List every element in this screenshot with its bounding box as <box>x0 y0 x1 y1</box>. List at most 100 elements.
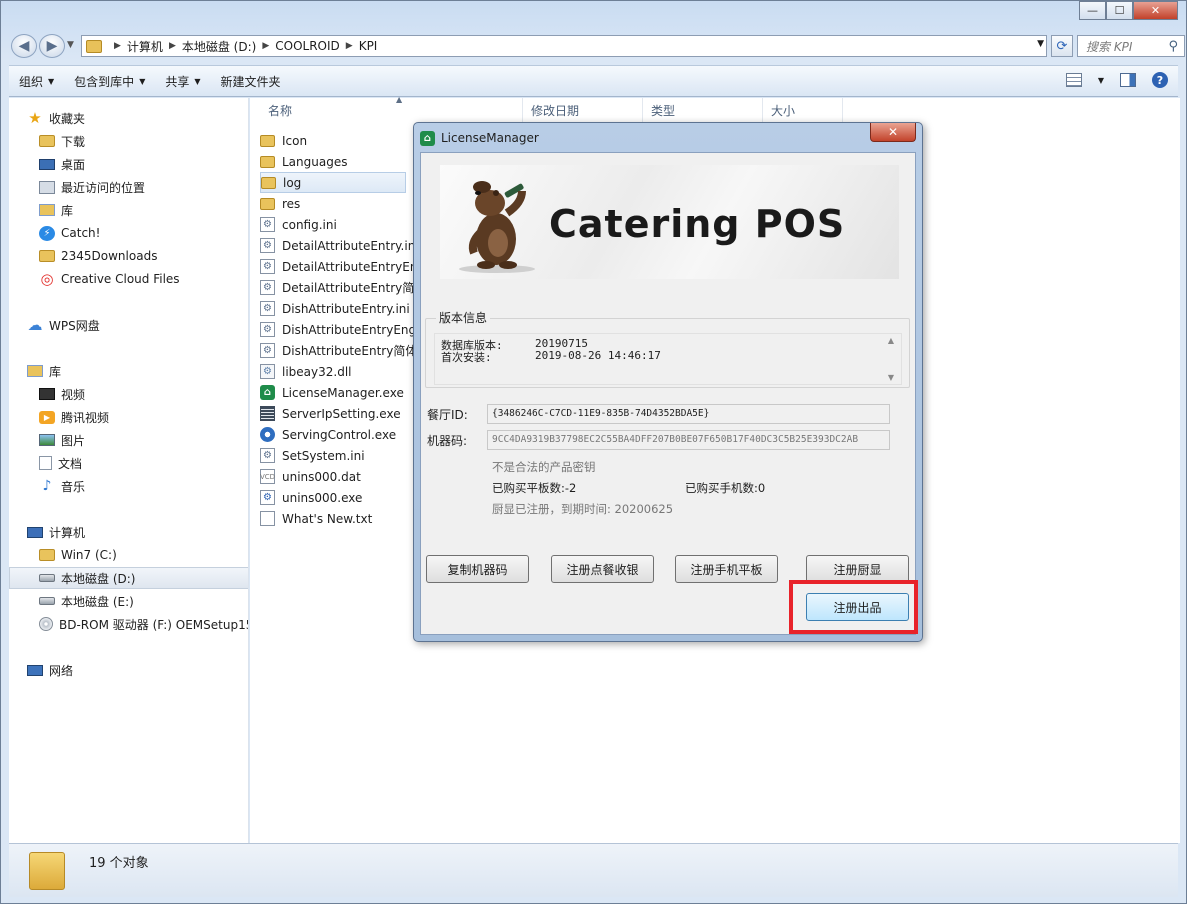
nav-pictures[interactable]: 图片 <box>39 429 248 451</box>
breadcrumb-kpi[interactable]: KPI <box>359 39 378 53</box>
address-dropdown-icon[interactable]: ▼ <box>1037 39 1044 49</box>
restaurant-id-label: 餐厅ID: <box>427 408 468 422</box>
dialog-close-button[interactable]: ✕ <box>870 123 916 142</box>
chevron-down-icon[interactable]: ▼ <box>1098 76 1104 85</box>
catch-icon: ⚡ <box>39 225 55 241</box>
nav-network[interactable]: 网络 <box>27 659 248 681</box>
organize-menu[interactable]: 组织 ▼ <box>9 66 64 96</box>
file-name: ServingControl.exe <box>282 427 397 442</box>
version-info-group: 版本信息 数据库版本: 20190715 首次安装: 2019-08-26 14… <box>425 309 910 388</box>
nav-desktop[interactable]: 桌面 <box>39 153 248 175</box>
breadcrumb-computer[interactable]: 计算机 <box>127 38 163 55</box>
preview-pane-icon[interactable] <box>1120 73 1136 87</box>
minimize-button[interactable]: — <box>1079 1 1106 20</box>
settings-file-icon: ⚙ <box>260 301 275 316</box>
nav-music[interactable]: ♪ 音乐 <box>39 475 248 497</box>
column-type[interactable]: 类型 <box>643 98 763 122</box>
nav-label: Win7 (C:) <box>61 548 117 562</box>
refresh-button[interactable]: ⟳ <box>1051 35 1073 57</box>
change-view-icon[interactable] <box>1065 73 1082 87</box>
file-name: log <box>283 175 302 190</box>
nav-label: 音乐 <box>61 479 86 494</box>
nav-creative-cloud[interactable]: ◎ Creative Cloud Files <box>39 268 248 290</box>
include-library-menu[interactable]: 包含到库中 ▼ <box>64 66 155 96</box>
file-name: ServerIpSetting.exe <box>282 406 401 421</box>
sort-ascending-icon: ▲ <box>396 95 403 104</box>
column-size[interactable]: 大小 <box>763 98 843 122</box>
search-icon[interactable]: ⚲ <box>1168 39 1178 54</box>
address-bar[interactable]: ▶ 计算机 ▶ 本地磁盘 (D:) ▶ COOLROID ▶ KPI ▼ <box>81 35 1047 57</box>
nav-documents[interactable]: 文档 <box>39 452 248 474</box>
copy-machine-code-button[interactable]: 复制机器码 <box>426 555 529 583</box>
share-label: 共享 <box>165 74 190 89</box>
help-icon[interactable]: ? <box>1152 72 1168 88</box>
text-file-icon <box>260 511 275 526</box>
breadcrumb-drive-d[interactable]: 本地磁盘 (D:) <box>182 38 256 55</box>
serving-control-icon <box>260 427 275 442</box>
nav-2345downloads[interactable]: 2345Downloads <box>39 245 248 267</box>
register-pos-button[interactable]: 注册点餐收银 <box>551 555 654 583</box>
file-name: DetailAttributeEntry.ini <box>282 238 419 253</box>
column-name[interactable]: 名称 ▲ <box>260 95 523 122</box>
settings-file-icon: ⚙ <box>260 259 275 274</box>
column-label: 类型 <box>651 103 676 118</box>
scroll-down-icon[interactable]: ▼ <box>888 373 894 382</box>
dll-file-icon: ⚙ <box>260 364 275 379</box>
nav-library-fav[interactable]: 库 <box>39 199 248 221</box>
folder-icon <box>260 134 275 147</box>
nav-drive-f[interactable]: BD-ROM 驱动器 (F:) OEMSetup15 <box>39 613 248 635</box>
address-row: ◀ ▶ ▼ ▶ 计算机 ▶ 本地磁盘 (D:) ▶ COOLROID ▶ KPI ▼ ⟳… <box>9 34 1185 58</box>
nav-drive-c[interactable]: Win7 (C:) <box>39 544 248 566</box>
creative-cloud-icon: ◎ <box>40 270 54 288</box>
file-name: DishAttributeEntry简体 <box>282 344 418 358</box>
nav-recent[interactable]: 最近访问的位置 <box>39 176 248 198</box>
maximize-button[interactable]: ☐ <box>1106 1 1133 20</box>
nav-favorites[interactable]: ★ 收藏夹 <box>27 107 248 129</box>
nav-libraries[interactable]: 库 <box>27 360 248 382</box>
nav-label: 本地磁盘 (E:) <box>61 594 134 609</box>
machine-code-field[interactable]: 9CC4DA9319B37798EC2C55BA4DFF207B0BE07F65… <box>487 430 890 450</box>
restaurant-id-field[interactable]: {3486246C-C7CD-11E9-835B-74D4352BDA5E} <box>487 404 890 424</box>
file-name: DishAttributeEntry.ini <box>282 301 410 316</box>
new-folder-button[interactable]: 新建文件夹 <box>211 66 291 96</box>
nav-wps[interactable]: ☁ WPS网盘 <box>27 314 248 336</box>
file-name: res <box>282 196 301 211</box>
settings-file-icon: ⚙ <box>260 343 275 358</box>
register-mobile-tablet-button[interactable]: 注册手机平板 <box>675 555 778 583</box>
version-info-box: 数据库版本: 20190715 首次安装: 2019-08-26 14:46:1… <box>434 333 902 385</box>
settings-file-icon: ⚙ <box>260 280 275 295</box>
nav-drive-e[interactable]: 本地磁盘 (E:) <box>39 590 248 612</box>
nav-tencent-video[interactable]: ▶ 腾讯视频 <box>39 406 248 428</box>
version-group-title: 版本信息 <box>436 309 491 326</box>
close-button[interactable]: ✕ <box>1133 1 1178 20</box>
folder-icon <box>86 39 102 53</box>
banner-title: Catering POS <box>549 202 846 246</box>
version-scrollbar[interactable]: ▲ ▼ <box>884 336 898 382</box>
file-name: unins000.exe <box>282 490 363 505</box>
dialog-title-bar: ⌂ LicenseManager <box>420 129 539 147</box>
nav-computer[interactable]: 计算机 <box>27 521 248 543</box>
machine-code-label: 机器码: <box>427 434 468 448</box>
file-name: Icon <box>282 133 308 148</box>
settings-file-icon: ⚙ <box>260 448 275 463</box>
scroll-up-icon[interactable]: ▲ <box>888 336 894 345</box>
column-modified[interactable]: 修改日期 <box>523 98 643 122</box>
status-bar: 19 个对象 <box>9 843 1178 897</box>
nav-videos[interactable]: 视频 <box>39 383 248 405</box>
forward-button[interactable]: ▶ <box>39 34 65 58</box>
nav-downloads[interactable]: 下载 <box>39 130 248 152</box>
search-input[interactable]: 搜索 KPI ⚲ <box>1077 35 1185 57</box>
command-bar: 组织 ▼ 包含到库中 ▼ 共享 ▼ 新建文件夹 ▼ ? <box>9 65 1178 97</box>
nav-label: Catch! <box>61 226 101 240</box>
recent-pages-dropdown[interactable]: ▼ <box>67 40 74 50</box>
breadcrumb-coolroid[interactable]: COOLROID <box>275 39 340 53</box>
nav-drive-d[interactable]: 本地磁盘 (D:) <box>9 567 248 589</box>
nav-label: Creative Cloud Files <box>61 272 180 286</box>
caption-buttons: — ☐ ✕ <box>1079 1 1178 20</box>
back-button[interactable]: ◀ <box>11 34 37 58</box>
share-menu[interactable]: 共享 ▼ <box>155 66 210 96</box>
register-kitchen-display-button[interactable]: 注册厨显 <box>806 555 909 583</box>
nav-catch[interactable]: ⚡ Catch! <box>39 222 248 244</box>
file-row[interactable]: log <box>260 172 406 193</box>
highlight-annotation-box <box>789 580 918 634</box>
